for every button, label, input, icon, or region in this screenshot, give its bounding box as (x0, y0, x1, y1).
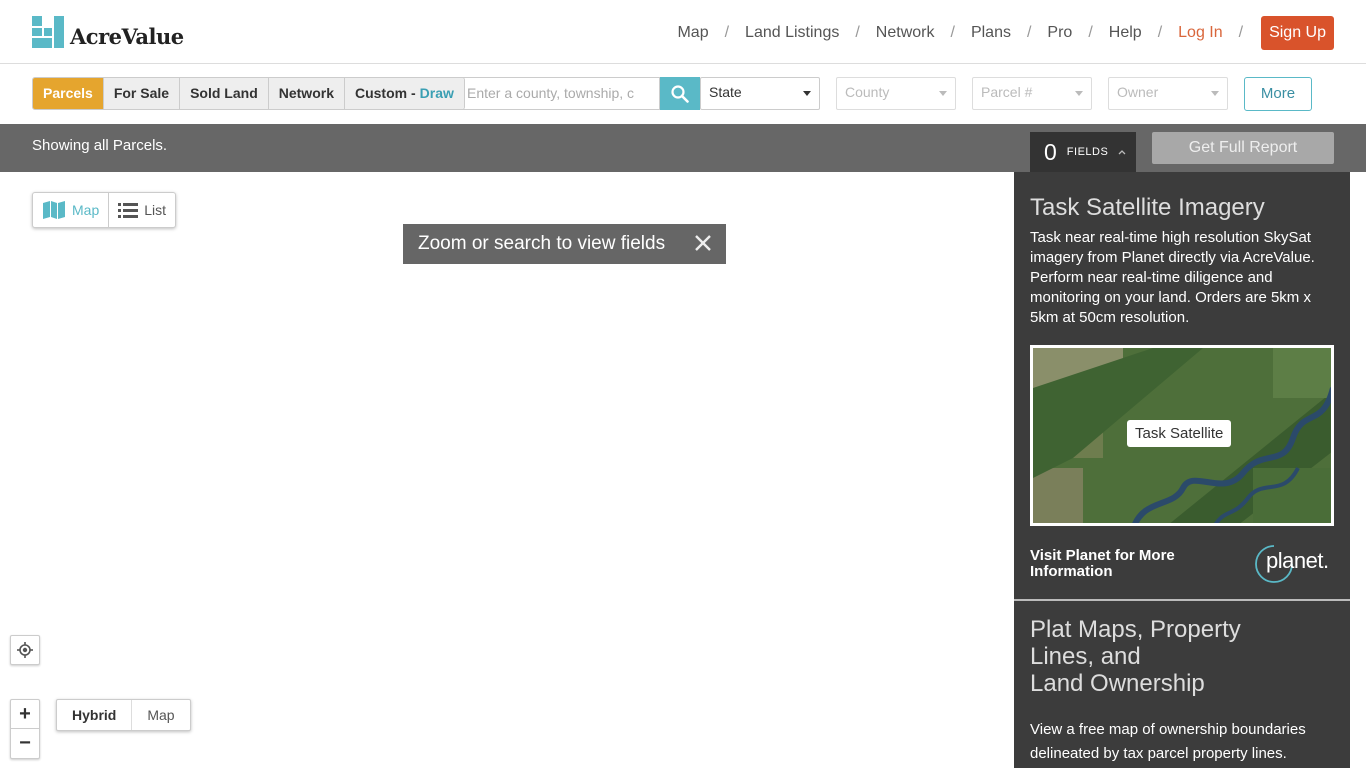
section2-title-line: Land Ownership (1030, 670, 1205, 697)
parcel-select-label: Parcel # (981, 84, 1033, 100)
state-select[interactable]: State (700, 77, 820, 110)
acrevalue-logo-icon (32, 16, 64, 48)
nav-item-network[interactable]: Network (872, 24, 939, 42)
fields-toggle[interactable]: 0 FIELDS (1030, 132, 1136, 172)
visit-planet-link[interactable]: Visit Planet for More Information (1030, 548, 1200, 580)
nav-separator: / (724, 24, 730, 41)
section2-description: View a free map of ownership boundaries … (1030, 721, 1306, 762)
segment-for-sale[interactable]: For Sale (103, 78, 181, 109)
fields-count: 0 (1044, 138, 1057, 165)
segment-custom[interactable]: Custom - Draw (344, 78, 464, 109)
zoom-in-button[interactable]: + (11, 700, 39, 729)
segment-network[interactable]: Network (268, 78, 345, 109)
nav-item-pro[interactable]: Pro (1043, 24, 1076, 42)
planet-logo-text: planet. (1266, 548, 1329, 573)
toast-text: Zoom or search to view fields (418, 233, 666, 254)
location-search-input[interactable]: Enter a county, township, c (459, 77, 660, 110)
chevron-down-icon (1211, 91, 1219, 96)
owner-select-label: Owner (1117, 84, 1159, 100)
section2-title-line: Plat Maps, Property (1030, 616, 1241, 643)
task-satellite-label[interactable]: Task Satellite (1127, 420, 1232, 447)
panel-title: Task Satellite Imagery (1030, 194, 1265, 221)
zoom-hint-toast: Zoom or search to view fields (403, 224, 726, 264)
logo[interactable]: AcreValue (32, 16, 184, 49)
layer-segmented-control: Parcels For Sale Sold Land Network Custo… (32, 77, 465, 110)
site-header: AcreValue Map / Land Listings / Network … (0, 0, 1366, 64)
filter-toolbar: Parcels For Sale Sold Land Network Custo… (0, 64, 1366, 124)
map-type-control: Hybrid Map (56, 699, 191, 731)
section2-title-line: Lines, and (1030, 643, 1141, 670)
status-text: Showing all Parcels. (32, 137, 168, 154)
view-toggle: Map List (32, 192, 177, 228)
segment-sold-land[interactable]: Sold Land (180, 78, 269, 109)
map-type-button[interactable]: Map (132, 700, 189, 730)
list-view-button[interactable]: List (109, 193, 175, 227)
crosshair-icon (17, 642, 33, 658)
draw-link[interactable]: Draw (420, 85, 454, 101)
chevron-down-icon (939, 91, 947, 96)
chevron-down-icon (803, 91, 811, 96)
satellite-image[interactable]: Task Satellite (1030, 345, 1334, 526)
county-select[interactable]: County (836, 77, 956, 110)
panel-scrollbar[interactable] (1350, 172, 1366, 768)
county-select-label: County (845, 84, 890, 100)
get-full-report-button[interactable]: Get Full Report (1152, 132, 1334, 164)
map-view-label: Map (72, 202, 100, 218)
promo-panel: Task Satellite Imagery Task near real-ti… (1014, 172, 1350, 768)
search-button[interactable] (660, 77, 700, 110)
panel-divider (1014, 599, 1350, 601)
nav-separator: / (1238, 24, 1244, 41)
planet-logo[interactable]: planet. (1254, 544, 1336, 584)
nav-item-map[interactable]: Map (673, 24, 712, 42)
nav-item-help[interactable]: Help (1105, 24, 1146, 42)
zoom-out-button[interactable]: − (11, 729, 39, 758)
main-nav: Map / Land Listings / Network / Plans / … (673, 16, 1334, 50)
hybrid-button[interactable]: Hybrid (57, 700, 133, 730)
nav-item-land-listings[interactable]: Land Listings (741, 24, 843, 42)
fields-label: FIELDS (1066, 146, 1109, 158)
status-bar: Showing all Parcels. 0 FIELDS Get Full R… (0, 124, 1366, 172)
segment-parcels[interactable]: Parcels (33, 78, 104, 109)
locate-me-button[interactable] (10, 635, 40, 665)
segment-custom-label: Custom - (354, 85, 416, 101)
map-canvas[interactable]: Map List Zoom or search to view fields +… (0, 172, 1014, 768)
signup-button[interactable]: Sign Up (1261, 16, 1334, 50)
zoom-control: + − (10, 699, 40, 759)
parcel-select[interactable]: Parcel # (972, 77, 1092, 110)
nav-separator: / (1088, 24, 1093, 41)
panel-description: Task near real-time high resolution SkyS… (1030, 229, 1315, 326)
nav-separator: / (1157, 24, 1163, 41)
close-icon[interactable] (694, 234, 712, 252)
nav-separator: / (855, 24, 860, 41)
section2-title: Plat Maps, Property Lines, and Land Owne… (1030, 616, 1290, 697)
search-icon (671, 84, 689, 103)
login-link[interactable]: Log In (1174, 24, 1226, 42)
list-view-label: List (144, 202, 167, 218)
chevron-down-icon (1075, 91, 1083, 96)
nav-separator: / (950, 24, 955, 41)
chevron-up-icon (1118, 150, 1126, 155)
nav-separator: / (1026, 24, 1032, 41)
state-select-label: State (709, 84, 742, 100)
logo-text: AcreValue (70, 23, 184, 49)
list-icon (118, 203, 139, 218)
map-view-button[interactable]: Map (33, 193, 110, 227)
map-icon (43, 201, 65, 219)
more-button[interactable]: More (1244, 77, 1312, 111)
nav-item-plans[interactable]: Plans (967, 24, 1015, 42)
owner-select[interactable]: Owner (1108, 77, 1228, 110)
